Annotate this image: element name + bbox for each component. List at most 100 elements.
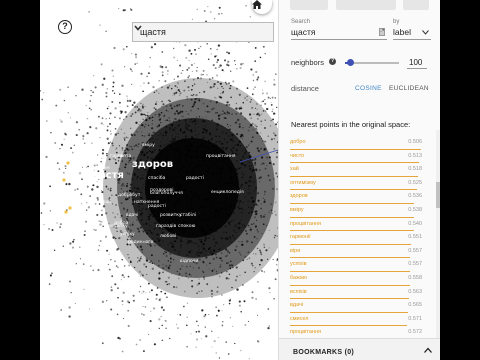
data-point[interactable] <box>167 208 170 211</box>
data-point[interactable] <box>204 140 207 143</box>
data-point[interactable] <box>259 56 262 59</box>
data-point[interactable] <box>201 120 204 123</box>
data-point[interactable] <box>197 194 199 196</box>
data-point[interactable] <box>170 230 172 233</box>
data-point[interactable] <box>158 243 161 246</box>
data-point[interactable] <box>186 254 189 256</box>
data-point[interactable] <box>195 134 197 137</box>
data-point[interactable] <box>204 219 207 222</box>
data-point[interactable] <box>101 213 103 216</box>
data-point[interactable] <box>106 154 108 157</box>
data-point[interactable] <box>218 149 220 152</box>
data-point[interactable] <box>178 251 180 253</box>
data-point[interactable] <box>192 267 194 269</box>
data-point[interactable] <box>108 117 111 119</box>
data-point[interactable] <box>91 188 94 191</box>
data-point[interactable] <box>255 70 258 74</box>
data-point[interactable] <box>209 10 212 13</box>
data-point[interactable] <box>191 172 194 175</box>
data-point[interactable] <box>261 101 263 103</box>
data-point[interactable] <box>227 206 230 209</box>
data-point[interactable] <box>143 135 146 138</box>
data-point[interactable] <box>125 115 128 118</box>
data-point[interactable] <box>248 151 251 154</box>
data-point[interactable] <box>213 149 216 152</box>
data-point[interactable] <box>231 138 234 140</box>
data-point[interactable] <box>248 212 250 214</box>
data-point[interactable] <box>225 167 227 169</box>
data-point[interactable] <box>231 264 233 266</box>
data-point[interactable] <box>253 189 256 192</box>
data-point[interactable] <box>200 227 203 230</box>
data-point[interactable] <box>143 82 145 84</box>
neighbors-slider-knob[interactable] <box>346 59 354 66</box>
data-point[interactable] <box>108 268 111 271</box>
data-point[interactable] <box>147 218 151 221</box>
data-point[interactable] <box>141 187 143 189</box>
data-point[interactable] <box>201 164 203 166</box>
data-point[interactable] <box>137 261 139 263</box>
data-point[interactable] <box>260 113 263 115</box>
data-point[interactable] <box>114 133 118 136</box>
data-point[interactable] <box>248 161 250 163</box>
data-point[interactable] <box>264 148 267 151</box>
data-point[interactable] <box>110 308 113 311</box>
data-point[interactable] <box>242 155 245 157</box>
data-point[interactable] <box>224 81 227 84</box>
data-point[interactable] <box>153 263 156 265</box>
data-point[interactable] <box>187 86 190 89</box>
data-point[interactable] <box>198 168 201 170</box>
data-point[interactable] <box>238 93 241 96</box>
data-point[interactable] <box>142 305 144 308</box>
data-point[interactable] <box>151 127 154 130</box>
data-point[interactable] <box>127 254 129 256</box>
data-point[interactable] <box>204 206 206 208</box>
data-point[interactable] <box>244 117 247 120</box>
data-point[interactable] <box>207 139 210 142</box>
data-point[interactable] <box>175 323 177 325</box>
data-point[interactable] <box>126 144 128 146</box>
data-point[interactable] <box>181 196 184 199</box>
data-point[interactable] <box>156 138 158 140</box>
data-point[interactable] <box>127 275 130 278</box>
nearest-point-row[interactable]: процвітання 0.540 <box>290 219 422 233</box>
data-point[interactable] <box>154 240 157 243</box>
data-point[interactable] <box>194 162 196 164</box>
data-point[interactable] <box>191 195 194 198</box>
data-point[interactable] <box>129 145 131 147</box>
data-point[interactable] <box>222 87 224 90</box>
data-point[interactable] <box>176 140 179 142</box>
data-point[interactable] <box>202 117 204 119</box>
data-point[interactable] <box>196 146 200 150</box>
data-point[interactable] <box>260 104 262 107</box>
data-point[interactable] <box>263 271 266 273</box>
data-point[interactable] <box>232 146 235 150</box>
data-point[interactable] <box>268 211 270 214</box>
data-point[interactable] <box>187 277 190 279</box>
data-point[interactable] <box>251 136 254 139</box>
data-point[interactable] <box>111 142 114 145</box>
data-point[interactable] <box>221 168 224 170</box>
data-point[interactable] <box>115 265 118 267</box>
data-point[interactable] <box>141 207 144 210</box>
neighbors-input[interactable]: 100 <box>409 58 422 67</box>
data-point[interactable] <box>238 207 241 210</box>
data-point[interactable] <box>162 263 164 266</box>
point-label[interactable]: спокою <box>178 224 196 229</box>
data-point[interactable] <box>233 212 235 215</box>
data-point[interactable] <box>139 177 142 180</box>
data-point[interactable] <box>262 140 264 142</box>
data-point[interactable] <box>174 94 176 96</box>
data-point[interactable] <box>171 107 173 110</box>
data-point[interactable] <box>222 165 224 168</box>
data-point[interactable] <box>148 215 151 218</box>
data-point[interactable] <box>274 73 277 76</box>
data-point[interactable] <box>179 93 181 95</box>
data-point[interactable] <box>241 173 243 175</box>
data-point[interactable] <box>238 222 241 225</box>
data-point[interactable] <box>149 56 151 59</box>
data-point[interactable] <box>263 246 266 248</box>
data-point[interactable] <box>198 126 200 128</box>
point-label[interactable]: радощі <box>94 199 111 205</box>
data-point[interactable] <box>179 129 182 132</box>
